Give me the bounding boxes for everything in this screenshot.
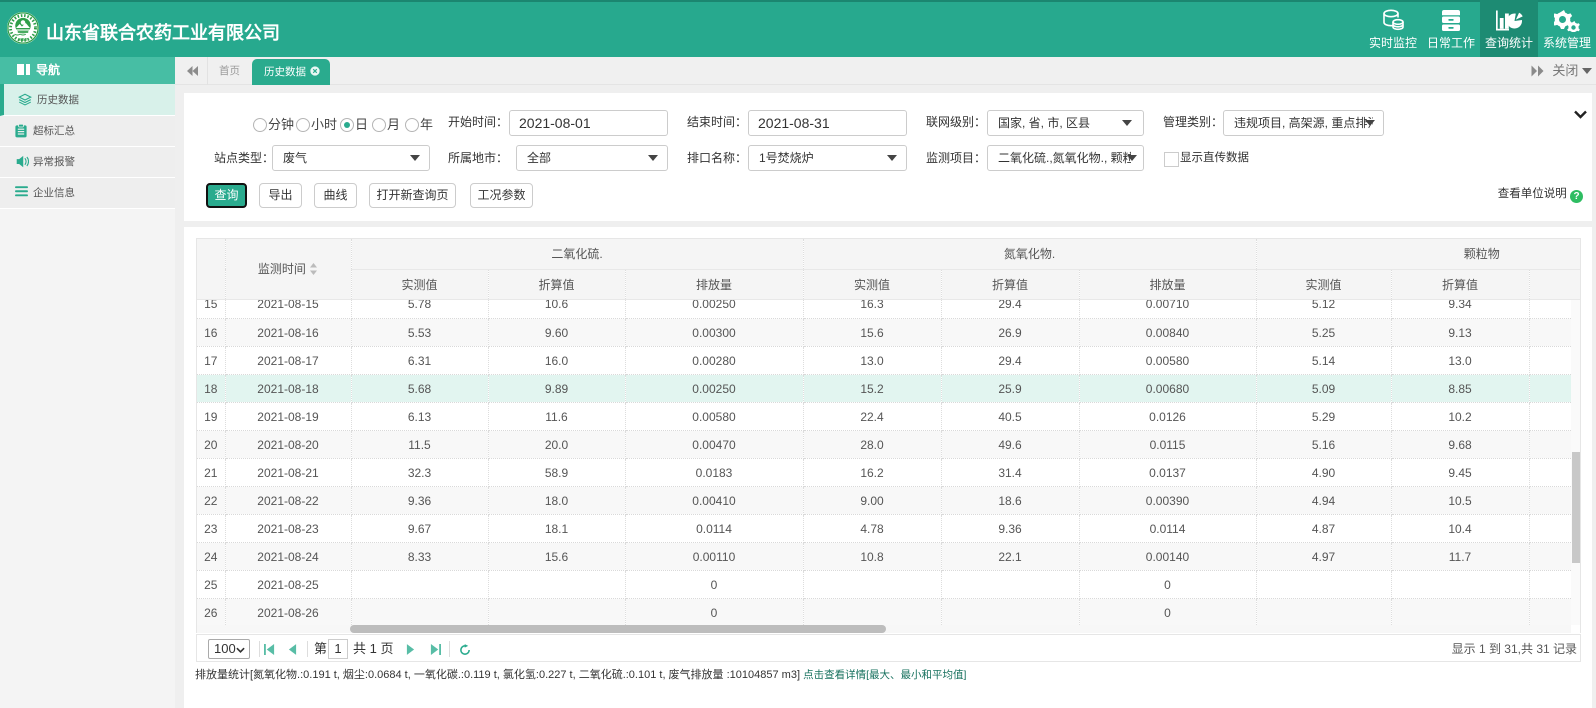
- svg-text:MEE: MEE: [18, 37, 27, 42]
